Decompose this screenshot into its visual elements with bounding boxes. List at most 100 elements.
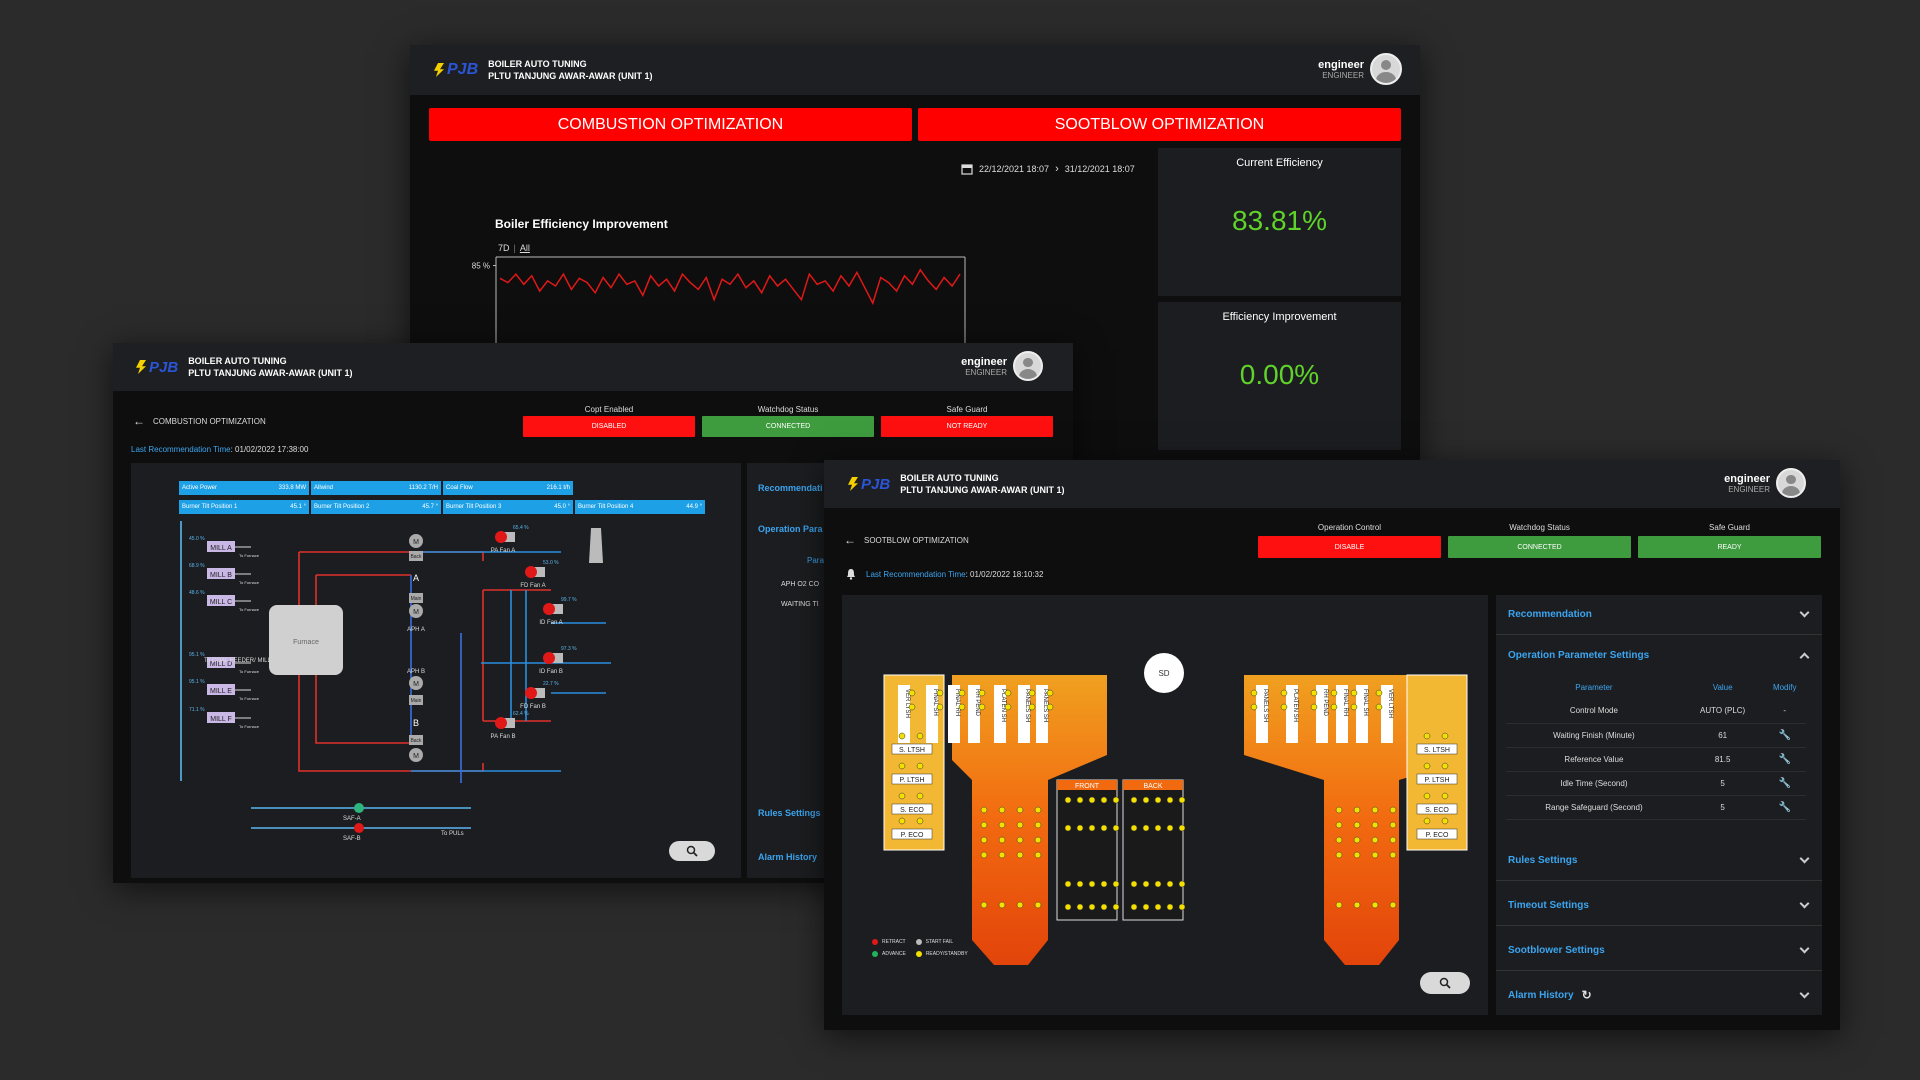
fan-label: PA Fan B [491, 734, 516, 740]
rules-settings-section[interactable]: Rules Settings [1496, 841, 1822, 881]
sootblower-dot [1441, 792, 1449, 800]
parameter-table: Parameter Value Modify Control Mode AUTO (P… [1506, 675, 1806, 820]
svg-text:B: B [413, 718, 419, 728]
chevron-down-icon [1799, 943, 1810, 954]
sootblower-dot [1389, 836, 1397, 844]
back-arrow-icon[interactable]: ← [844, 533, 856, 547]
fan-status [525, 566, 537, 578]
page-title: SOOTBLOW OPTIMIZATION [864, 535, 969, 545]
sootblower-dot [1335, 851, 1343, 859]
sootblower-dot [1371, 821, 1379, 829]
svg-text:A: A [413, 573, 419, 583]
wrench-icon[interactable]: 🔧 [1778, 802, 1790, 813]
svg-text:SD: SD [1158, 669, 1169, 678]
refresh-icon[interactable]: ↻ [1582, 988, 1592, 1002]
sootblower-dot [916, 732, 924, 740]
sootblower-dot [1076, 824, 1084, 832]
to-furnace-label: To Furnace [239, 669, 260, 674]
sootblower-dot [958, 689, 966, 697]
sootblower-dot [1389, 821, 1397, 829]
user-menu[interactable]: engineer ENGINEER [1724, 468, 1806, 498]
sootblow-optimization-button[interactable]: SOOTBLOW OPTIMIZATION [918, 108, 1401, 141]
sootblower-dot [1178, 903, 1186, 911]
svg-text:APH B: APH B [407, 669, 425, 675]
sootblower-dot [1064, 796, 1072, 804]
timeout-settings-section[interactable]: Timeout Settings [1496, 886, 1822, 926]
operation-parameter-section[interactable]: Operation Parameter Settings [1496, 635, 1822, 675]
date-range[interactable]: 22/12/2021 18:07 › 31/12/2021 18:07 [961, 163, 1135, 175]
sootblower-dot [1028, 703, 1036, 711]
combustion-header: PJB BOILER AUTO TUNING PLTU TANJUNG AWAR… [113, 343, 1073, 391]
wrench-icon[interactable]: 🔧 [1778, 730, 1790, 741]
svg-text:SAF-B: SAF-B [343, 836, 361, 842]
sootblower-dot [1353, 821, 1361, 829]
recommendation-section[interactable]: Recommendation [1496, 595, 1822, 635]
sootblower-dot [898, 762, 906, 770]
current-efficiency-card: Current Efficiency 83.81% [1158, 148, 1401, 296]
avatar[interactable] [1013, 351, 1043, 381]
to-furnace-label: To Furnace [239, 580, 260, 585]
sootblower-dot [908, 689, 916, 697]
back-nav[interactable]: ← COMBUSTION OPTIMIZATION [133, 414, 266, 428]
sootblower-settings-section[interactable]: Sootblower Settings [1496, 931, 1822, 971]
sootblower-dot [1423, 792, 1431, 800]
side-rules[interactable]: Rules Settings [758, 808, 821, 818]
sootblower-dot [980, 851, 988, 859]
zoom-button[interactable] [669, 841, 715, 861]
fan-label: PA Fan A [491, 548, 516, 554]
range-7d[interactable]: 7D [498, 243, 510, 253]
copt-status: DISABLED [523, 416, 695, 437]
sootblower-dot [1353, 836, 1361, 844]
svg-text:Main: Main [411, 596, 422, 602]
sootblower-dot [908, 703, 916, 711]
sootblower-dot [998, 821, 1006, 829]
operation-control-status[interactable]: DISABLE [1258, 536, 1441, 558]
sootblower-dot [1166, 903, 1174, 911]
sootblower-dot [1310, 689, 1318, 697]
user-menu[interactable]: engineer ENGINEER [961, 351, 1043, 381]
wrench-icon[interactable]: 🔧 [1778, 778, 1790, 789]
side-alarm[interactable]: Alarm History [758, 852, 817, 862]
mill-value: 48.6 % [189, 590, 205, 596]
range-selector[interactable]: 7D | All [498, 243, 530, 253]
sootblower-dot [1076, 796, 1084, 804]
mill-label: MILL E [210, 688, 232, 695]
y-tick-label: 85 % [472, 262, 490, 271]
legend: RETRACT START FAIL ADVANCE READY/STANDBY [872, 939, 968, 957]
side-recommendation[interactable]: Recommendati [758, 483, 823, 493]
sootblower-dot [998, 836, 1006, 844]
vertical-bank-label: FINAL SH [1362, 689, 1368, 716]
sootblower-dot [1100, 796, 1108, 804]
svg-text:BACK: BACK [1143, 783, 1162, 790]
range-all[interactable]: All [520, 243, 530, 253]
zoom-button[interactable] [1420, 972, 1470, 994]
sootblower-dot [1353, 901, 1361, 909]
eco-bank-label: S. ECO [900, 807, 924, 814]
svg-text:FRONT: FRONT [1075, 783, 1100, 790]
sootblow-diagram-panel: FRONT BACK SD VER LTSH FINAL SH FINAL RH RH… [842, 595, 1488, 1015]
user-menu[interactable]: engineer ENGINEER [1318, 53, 1402, 85]
last-recommendation: Last Recommendation Time: 01/02/2022 17:… [131, 445, 309, 454]
alarm-history-section[interactable]: Alarm History ↻ [1496, 975, 1822, 1015]
sootblower-dot [1371, 836, 1379, 844]
combustion-optimization-button[interactable]: COMBUSTION OPTIMIZATION [429, 108, 912, 141]
back-nav[interactable]: ← SOOTBLOW OPTIMIZATION [844, 533, 969, 547]
sootblower-dot [998, 806, 1006, 814]
sootblower-dot [1130, 796, 1138, 804]
sootblower-dot [1016, 806, 1024, 814]
chevron-up-icon [1799, 652, 1810, 662]
sootblower-dot [1034, 836, 1042, 844]
wrench-icon[interactable]: 🔧 [1778, 754, 1790, 765]
sootblower-dot [1088, 880, 1096, 888]
sootblower-dot [1350, 703, 1358, 711]
sootblower-dot [1166, 880, 1174, 888]
avatar[interactable] [1776, 468, 1806, 498]
back-arrow-icon[interactable]: ← [133, 414, 145, 428]
sootblower-dot [1389, 901, 1397, 909]
table-row: Control Mode AUTO (PLC) - [1506, 699, 1806, 724]
sootblower-dot [1130, 903, 1138, 911]
side-operation[interactable]: Operation Para [758, 524, 823, 534]
sootblower-dot [1064, 880, 1072, 888]
avatar[interactable] [1370, 53, 1402, 85]
mill-value: 68.9 % [189, 563, 205, 569]
